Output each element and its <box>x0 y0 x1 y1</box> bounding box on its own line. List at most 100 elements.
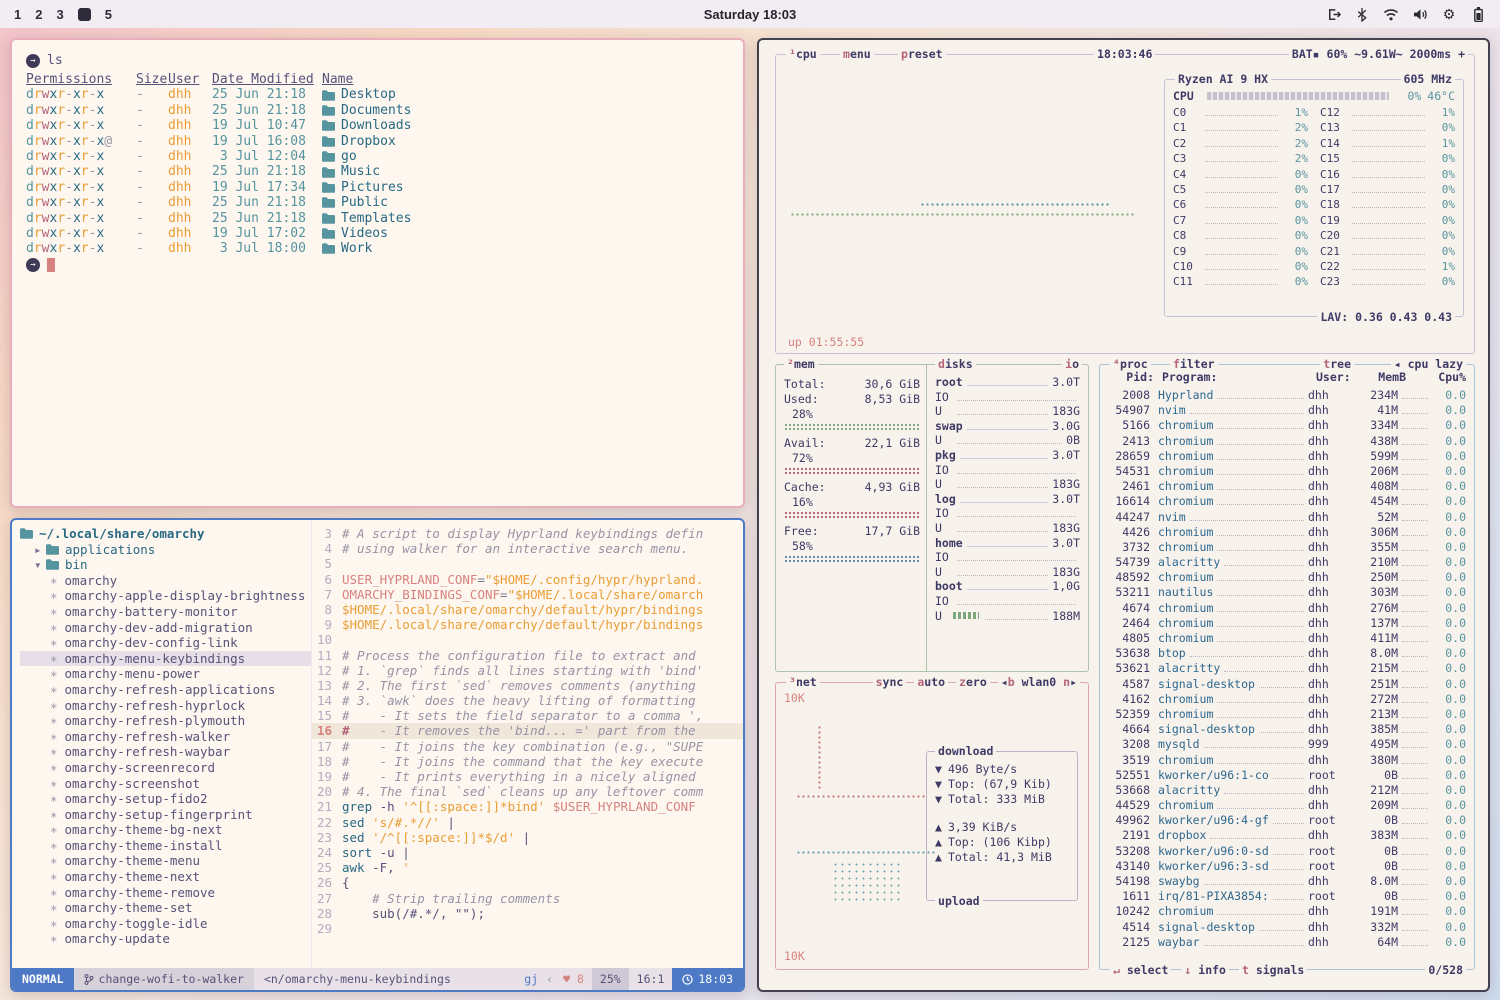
tree-file-omarchy-setup-fingerprint[interactable]: ∗omarchy-setup-fingerprint <box>20 807 311 823</box>
process-row[interactable]: 10242chromiumdhh191M0.0 <box>1108 904 1466 919</box>
process-row[interactable]: 16614chromiumdhh454M0.0 <box>1108 494 1466 509</box>
process-row[interactable]: 53211nautilusdhh303M0.0 <box>1108 585 1466 600</box>
process-row[interactable]: 2413chromiumdhh438M0.0 <box>1108 434 1466 449</box>
tree-file-omarchy-refresh-hyprlock[interactable]: ∗omarchy-refresh-hyprlock <box>20 698 311 714</box>
workspace-2[interactable]: 2 <box>35 7 42 22</box>
process-row[interactable]: 2461chromiumdhh408M0.0 <box>1108 479 1466 494</box>
proc-signals-button[interactable]: t signals <box>1239 963 1307 977</box>
process-row[interactable]: 53638btopdhh8.0M0.0 <box>1108 646 1466 661</box>
tree-file-omarchy-apple-display-brightness[interactable]: ∗omarchy-apple-display-brightness <box>20 588 311 604</box>
tree-file-omarchy-theme-set[interactable]: ∗omarchy-theme-set <box>20 900 311 916</box>
workspace-3[interactable]: 3 <box>56 7 63 22</box>
tree-file-omarchy-theme-next[interactable]: ∗omarchy-theme-next <box>20 869 311 885</box>
btop-window[interactable]: ¹cpu menu preset 18:03:46 BAT▪ 60% ~9.61… <box>757 38 1490 992</box>
process-row[interactable]: 54198swaybgdhh8.0M0.0 <box>1108 874 1466 889</box>
tree-file-omarchy-screenrecord[interactable]: ∗omarchy-screenrecord <box>20 760 311 776</box>
tree-file-omarchy-refresh-waybar[interactable]: ∗omarchy-refresh-waybar <box>20 744 311 760</box>
prompt-line-2[interactable]: → <box>26 257 729 274</box>
tree-file-omarchy-theme-bg-next[interactable]: ∗omarchy-theme-bg-next <box>20 822 311 838</box>
process-row[interactable]: 3732chromiumdhh355M0.0 <box>1108 540 1466 555</box>
process-row[interactable]: 2191dropboxdhh383M0.0 <box>1108 828 1466 843</box>
process-row[interactable]: 52551kworker/u96:1-coroot0B0.0 <box>1108 768 1466 783</box>
process-row[interactable]: 4664signal-desktopdhh385M0.0 <box>1108 722 1466 737</box>
file-size: - <box>126 241 168 256</box>
tree-file-omarchy-refresh-plymouth[interactable]: ∗omarchy-refresh-plymouth <box>20 713 311 729</box>
process-row[interactable]: 2008Hyprlanddhh234M0.0 <box>1108 388 1466 403</box>
process-row[interactable]: 4514signal-desktopdhh332M0.0 <box>1108 920 1466 935</box>
sort-column-selector[interactable]: ◂ cpu lazy <box>1391 357 1466 371</box>
process-row[interactable]: 2464chromiumdhh137M0.0 <box>1108 616 1466 631</box>
process-row[interactable]: 54739alacrittydhh210M0.0 <box>1108 555 1466 570</box>
process-row[interactable]: 53668alacrittydhh212M0.0 <box>1108 783 1466 798</box>
terminal-window[interactable]: → ls Permissions Size User Date Modified… <box>10 38 745 508</box>
tree-file-omarchy-setup-fido2[interactable]: ∗omarchy-setup-fido2 <box>20 791 311 807</box>
logout-icon[interactable] <box>1325 6 1341 22</box>
menu-button[interactable]: menu <box>840 47 874 61</box>
code-editor[interactable]: 3# A script to display Hyprland keybindi… <box>312 520 743 968</box>
process-row[interactable]: 4426chromiumdhh306M0.0 <box>1108 525 1466 540</box>
net-zero-button[interactable]: zero <box>956 675 990 689</box>
header-pid[interactable]: Pid: <box>1108 370 1154 384</box>
tree-dir-applications[interactable]: ▸applications <box>20 542 311 558</box>
settings-icon[interactable]: ⚙ <box>1441 6 1457 22</box>
tree-file-omarchy-toggle-idle[interactable]: ∗omarchy-toggle-idle <box>20 916 311 932</box>
process-row[interactable]: 4805chromiumdhh411M0.0 <box>1108 631 1466 646</box>
header-memb[interactable]: MemB <box>1360 370 1406 384</box>
proc-select-button[interactable]: ↵ select <box>1110 963 1171 977</box>
tree-file-omarchy-theme-remove[interactable]: ∗omarchy-theme-remove <box>20 885 311 901</box>
process-row[interactable]: 1611irq/81-PIXA3854:root0B0.0 <box>1108 889 1466 904</box>
tree-file-omarchy-screenshot[interactable]: ∗omarchy-screenshot <box>20 776 311 792</box>
tree-file-omarchy-theme-install[interactable]: ∗omarchy-theme-install <box>20 838 311 854</box>
tree-file-omarchy-battery-monitor[interactable]: ∗omarchy-battery-monitor <box>20 604 311 620</box>
process-row[interactable]: 3208mysqld999495M0.0 <box>1108 737 1466 752</box>
battery-icon[interactable] <box>1470 6 1486 22</box>
header-user[interactable]: User: <box>1316 370 1360 384</box>
process-row[interactable]: 44247nvimdhh52M0.0 <box>1108 510 1466 525</box>
process-row[interactable]: 4674chromiumdhh276M0.0 <box>1108 601 1466 616</box>
process-row[interactable]: 2125waybardhh64M0.0 <box>1108 935 1466 950</box>
process-row[interactable]: 43140kworker/u96:3-sdroot0B0.0 <box>1108 859 1466 874</box>
tree-file-omarchy-menu-keybindings[interactable]: ∗omarchy-menu-keybindings <box>20 651 311 667</box>
process-row[interactable]: 53621alacrittydhh215M0.0 <box>1108 661 1466 676</box>
tree-root[interactable]: ~/.local/share/omarchy <box>20 526 311 542</box>
workspace-1[interactable]: 1 <box>14 7 21 22</box>
process-row[interactable]: 52359chromiumdhh213M0.0 <box>1108 707 1466 722</box>
net-auto-button[interactable]: auto <box>914 675 948 689</box>
neovim-window[interactable]: ~/.local/share/omarchy▸applications▾bin∗… <box>10 518 745 992</box>
tree-file-omarchy-dev-config-link[interactable]: ∗omarchy-dev-config-link <box>20 635 311 651</box>
tree-file-omarchy-update[interactable]: ∗omarchy-update <box>20 931 311 947</box>
proc-info-button[interactable]: ↓ info <box>1181 963 1229 977</box>
process-row[interactable]: 53208kworker/u96:0-sdroot0B0.0 <box>1108 844 1466 859</box>
process-row[interactable]: 49962kworker/u96:4-gfroot0B0.0 <box>1108 813 1466 828</box>
process-row[interactable]: 54907nvimdhh41M0.0 <box>1108 403 1466 418</box>
net-sync-button[interactable]: sync <box>873 675 907 689</box>
io-label[interactable]: io <box>1062 357 1082 371</box>
file-name-label: Dropbox <box>341 134 396 149</box>
process-row[interactable]: 3519chromiumdhh380M0.0 <box>1108 753 1466 768</box>
process-row[interactable]: 44529chromiumdhh209M0.0 <box>1108 798 1466 813</box>
process-row[interactable]: 48592chromiumdhh250M0.0 <box>1108 570 1466 585</box>
preset-button[interactable]: preset <box>898 47 946 61</box>
process-row[interactable]: 4162chromiumdhh272M0.0 <box>1108 692 1466 707</box>
net-interface-switcher[interactable]: ◂b wlan0 n▸ <box>998 675 1080 689</box>
process-row[interactable]: 54531chromiumdhh206M0.0 <box>1108 464 1466 479</box>
tree-file-omarchy-menu-power[interactable]: ∗omarchy-menu-power <box>20 666 311 682</box>
tree-file-omarchy-theme-menu[interactable]: ∗omarchy-theme-menu <box>20 853 311 869</box>
bluetooth-icon[interactable] <box>1354 6 1370 22</box>
tree-file-omarchy-dev-add-migration[interactable]: ∗omarchy-dev-add-migration <box>20 620 311 636</box>
process-row[interactable]: 28659chromiumdhh599M0.0 <box>1108 449 1466 464</box>
wifi-icon[interactable] <box>1383 6 1399 22</box>
workspace-5[interactable]: 5 <box>105 7 112 22</box>
volume-icon[interactable] <box>1412 6 1428 22</box>
tree-file-omarchy-refresh-walker[interactable]: ∗omarchy-refresh-walker <box>20 729 311 745</box>
header-program[interactable]: Program: <box>1154 370 1316 384</box>
process-row[interactable]: 4587signal-desktopdhh251M0.0 <box>1108 677 1466 692</box>
tree-file-omarchy-refresh-applications[interactable]: ∗omarchy-refresh-applications <box>20 682 311 698</box>
tree-file-omarchy[interactable]: ∗omarchy <box>20 573 311 589</box>
header-cpu[interactable]: Cpu% <box>1406 370 1466 384</box>
process-row[interactable]: 5166chromiumdhh334M0.0 <box>1108 418 1466 433</box>
tree-dir-bin[interactable]: ▾bin <box>20 557 311 573</box>
tree-toggle[interactable]: tree <box>1320 357 1354 371</box>
filter-button[interactable]: filter <box>1170 357 1218 371</box>
workspace-active-indicator[interactable] <box>78 8 91 21</box>
